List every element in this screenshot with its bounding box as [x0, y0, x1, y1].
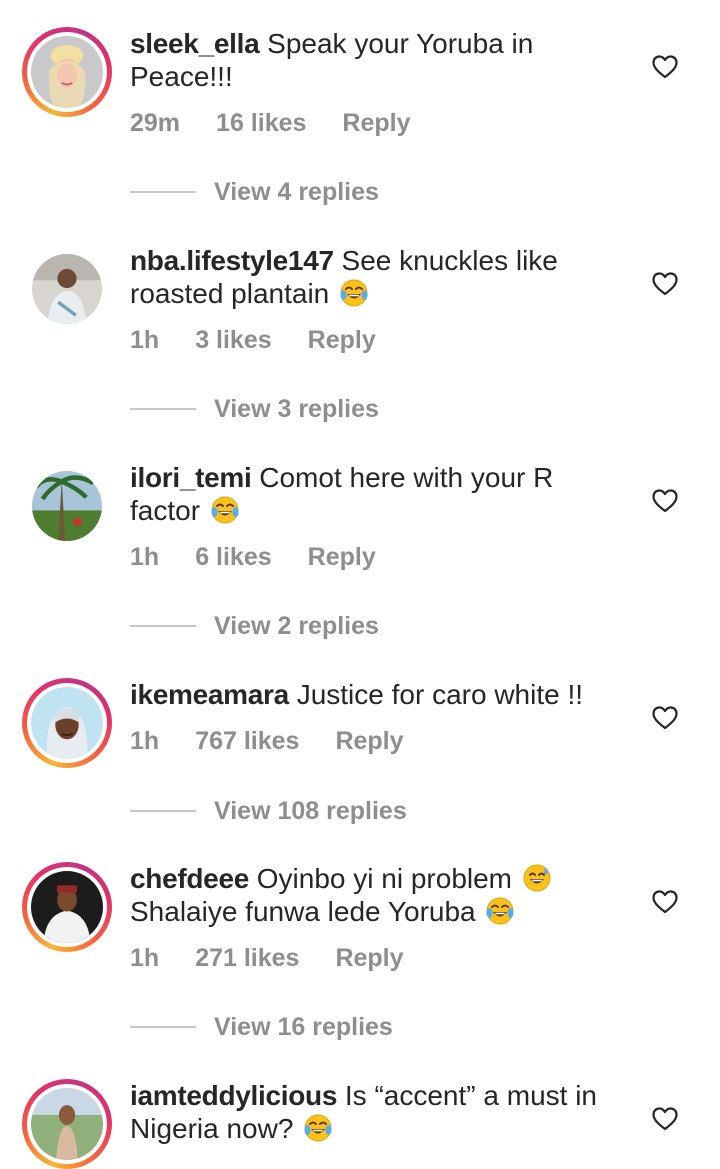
comment-meta: 1h 271 likes Reply	[130, 944, 440, 973]
comment-meta: 1h 3 likes Reply	[130, 326, 412, 355]
view-replies-label: View 108 replies	[214, 796, 407, 825]
avatar[interactable]	[22, 862, 112, 952]
comment-meta: 1h 767 likes Reply	[130, 727, 440, 756]
comment-username[interactable]: nba.lifestyle147	[130, 245, 334, 276]
avatar-photo	[32, 254, 102, 324]
heart-outline-icon[interactable]	[652, 706, 678, 730]
comment-text: ilori_temi Comot here with your R factor	[130, 461, 630, 527]
comment-text: chefdeee Oyinbo yi ni problem Shalaiye f…	[130, 862, 630, 928]
comment-text: ikemeamara Justice for caro white !!	[130, 678, 630, 711]
avatar[interactable]	[22, 27, 112, 117]
comment-body: Justice for caro white !!	[296, 679, 584, 710]
reply-button[interactable]: Reply	[308, 543, 376, 571]
avatar-photo	[31, 36, 103, 108]
comment-likes[interactable]: 16 likes	[216, 109, 306, 137]
view-replies-button[interactable]: View 2 replies	[130, 611, 379, 641]
avatar-photo	[31, 687, 103, 759]
view-replies-button[interactable]: View 16 replies	[130, 1012, 393, 1042]
reply-button[interactable]: Reply	[335, 944, 403, 972]
heart-outline-icon[interactable]	[652, 1107, 678, 1131]
view-replies-button[interactable]: View 3 replies	[130, 394, 379, 424]
avatar[interactable]	[22, 1079, 112, 1169]
comment-username[interactable]: ilori_temi	[130, 462, 252, 493]
comment-username[interactable]: sleek_ella	[130, 28, 260, 59]
view-replies-label: View 2 replies	[214, 611, 379, 640]
heart-outline-icon[interactable]	[652, 55, 678, 79]
comment-text: nba.lifestyle147 See knuckles like roast…	[130, 244, 630, 310]
comment-time: 1h	[130, 944, 160, 972]
view-replies-label: View 3 replies	[214, 394, 379, 423]
comment-text: iamteddylicious Is “accent” a must in Ni…	[130, 1079, 630, 1145]
avatar-photo	[32, 471, 102, 541]
comment-meta: 1h 6 likes Reply	[130, 543, 412, 572]
avatar[interactable]	[22, 461, 112, 551]
comment-body-line2: Shalaiye funwa lede Yoruba	[130, 896, 476, 927]
avatar[interactable]	[22, 244, 112, 334]
divider	[130, 1026, 196, 1028]
comment-likes[interactable]: 271 likes	[195, 944, 299, 972]
avatar-photo	[31, 1088, 103, 1160]
heart-outline-icon[interactable]	[652, 890, 678, 914]
tears-of-joy-emoji-icon	[485, 896, 515, 926]
tears-of-joy-emoji-icon	[210, 495, 240, 525]
comment-body-line1: Oyinbo yi ni problem	[256, 863, 513, 894]
comment-likes[interactable]: 6 likes	[195, 543, 271, 571]
view-replies-button[interactable]: View 108 replies	[130, 796, 407, 826]
view-replies-label: View 16 replies	[214, 1012, 393, 1041]
view-replies-label: View 4 replies	[214, 177, 379, 206]
view-replies-button[interactable]: View 4 replies	[130, 177, 379, 207]
reply-button[interactable]: Reply	[342, 109, 410, 137]
comment-meta: 29m 16 likes Reply	[130, 109, 447, 138]
comment-time: 29m	[130, 109, 181, 137]
heart-outline-icon[interactable]	[652, 489, 678, 513]
reply-button[interactable]: Reply	[335, 727, 403, 755]
avatar[interactable]	[22, 678, 112, 768]
tears-of-joy-emoji-icon	[339, 278, 369, 308]
comment-username[interactable]: iamteddylicious	[130, 1080, 337, 1111]
divider	[130, 810, 196, 812]
reply-button[interactable]: Reply	[308, 326, 376, 354]
comment-time: 1h	[130, 543, 160, 571]
comment-text: sleek_ella Speak your Yoruba in Peace!!!	[130, 27, 630, 93]
divider	[130, 191, 196, 193]
comment-likes[interactable]: 3 likes	[195, 326, 271, 354]
tears-of-joy-emoji-icon	[303, 1113, 333, 1143]
divider	[130, 408, 196, 410]
avatar-photo	[31, 871, 103, 943]
heart-outline-icon[interactable]	[652, 272, 678, 296]
grinning-sweat-emoji-icon	[522, 863, 552, 893]
comment-time: 1h	[130, 326, 160, 354]
comment-time: 1h	[130, 727, 160, 755]
comment-username[interactable]: chefdeee	[130, 863, 249, 894]
comment-username[interactable]: ikemeamara	[130, 679, 289, 710]
divider	[130, 625, 196, 627]
comment-likes[interactable]: 767 likes	[195, 727, 299, 755]
